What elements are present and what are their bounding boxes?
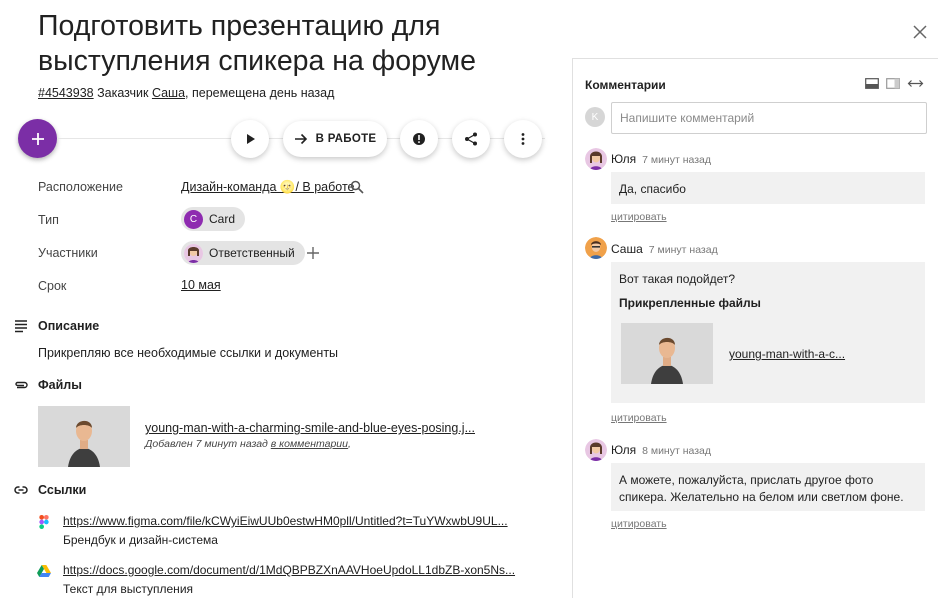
comment-author: Юля 7 минут назад [611,152,711,166]
comments-heading: Комментарии [585,78,666,92]
current-user-avatar: K [585,107,605,127]
file-name-link[interactable]: young-man-with-a-charming-smile-and-blue… [145,421,475,435]
member-chip[interactable]: Ответственный [181,241,305,265]
play-button[interactable] [231,120,269,158]
add-member-icon[interactable] [306,246,320,260]
search-icon[interactable] [350,180,364,194]
attached-files-heading: Прикрепленные файлы [619,296,761,310]
type-avatar: C [184,209,203,229]
link-description: Брендбук и дизайн-система [63,533,218,547]
comment-body: Да, спасибо [611,172,925,204]
links-heading: Ссылки [14,483,86,497]
members-value: Ответственный [181,241,305,265]
paperclip-icon [15,381,28,389]
attached-file-name[interactable]: young-man-with-a-c... [729,346,845,363]
due-value: 10 мая [181,278,221,292]
type-chip[interactable]: C Card [181,207,246,231]
comment-author-name[interactable]: Юля [611,152,636,166]
member-chip-label: Ответственный [209,246,295,260]
task-meta: #4543938 Заказчик Саша, перемещена день … [38,86,334,100]
description-text: Прикрепляю все необходимые ссылки и доку… [38,346,339,360]
files-heading-label: Файлы [38,378,82,392]
file-comment-link[interactable]: в комментарии [271,438,348,450]
add-button[interactable] [18,119,57,158]
link-url[interactable]: https://www.figma.com/file/kCWyiEiwUUb0e… [63,514,508,528]
person-photo-image [38,406,130,467]
file-thumbnail[interactable] [38,406,130,467]
avatar [585,439,607,461]
quote-link[interactable]: цитировать [611,518,667,530]
task-id-link[interactable]: #4543938 [38,86,94,100]
comment-author: Саша 7 минут назад [611,242,718,256]
comment-time: 8 минут назад [642,445,712,457]
attached-file-thumbnail[interactable] [621,323,713,384]
person-photo-image [621,323,713,384]
bottom-panel-icon[interactable] [865,78,879,89]
location-label: Расположение [38,180,123,194]
location-link[interactable]: Дизайн-команда 🌝/ В работе [181,180,355,195]
plus-icon [31,132,44,145]
type-chip-label: Card [209,212,236,226]
description-heading: Описание [14,319,99,333]
description-heading-label: Описание [38,319,100,333]
text-lines-icon [15,320,27,333]
side-panel-icon[interactable] [886,78,900,89]
status-label: В РАБОТЕ [315,133,377,145]
status-button[interactable]: В РАБОТЕ [283,121,387,157]
google-drive-icon [37,565,51,577]
more-button[interactable] [504,120,542,158]
panel-view-controls [865,78,924,89]
customer-label: Заказчик [97,86,149,100]
file-meta-prefix: Добавлен 7 минут назад [145,438,271,450]
play-icon [247,134,255,144]
arrow-right-icon [294,133,307,145]
task-title[interactable]: Подготовить презентацию для выступления … [38,9,558,79]
comment-time: 7 минут назад [648,244,718,256]
quote-link[interactable]: цитировать [611,412,667,424]
type-value: C Card [181,207,246,231]
comment-time: 7 минут назад [642,154,712,166]
share-icon [465,132,477,146]
task-panel: Подготовить презентацию для выступления … [0,0,572,598]
comment-author: Юля 8 минут назад [611,443,711,457]
quote-link[interactable]: цитировать [611,211,667,223]
links-heading-label: Ссылки [38,483,87,497]
avatar [585,148,607,170]
members-label: Участники [38,246,98,260]
figma-icon [39,515,49,529]
files-heading: Файлы [14,378,82,392]
comment-text: Вот такая подойдет? [619,272,736,286]
comment-input[interactable] [611,102,927,134]
link-description: Текст для выступления [63,582,194,596]
alert-icon [413,133,425,145]
share-button[interactable] [452,120,490,158]
expand-horizontal-icon[interactable] [907,78,924,89]
due-date-link[interactable]: 10 мая [181,278,221,292]
comment-author-name[interactable]: Саша [611,242,643,256]
moved-text: , перемещена день назад [185,86,335,100]
member-avatar [184,243,203,263]
comment-body: Вот такая подойдет? Прикрепленные файлы … [611,262,925,403]
file-meta: Добавлен 7 минут назад в комментарии, [145,438,351,450]
comment-body: А можете, пожалуйста, прислать другое фо… [611,463,925,511]
link-url[interactable]: https://docs.google.com/document/d/1MdQB… [63,563,515,577]
priority-button[interactable] [400,120,438,158]
more-vertical-icon [521,133,525,145]
file-meta-suffix: , [347,438,351,450]
type-label: Тип [38,213,59,227]
comment-author-name[interactable]: Юля [611,443,636,457]
due-label: Срок [38,279,67,293]
link-icon [14,486,28,494]
comment-text: Да, спасибо [619,182,686,196]
avatar [585,237,607,259]
comments-panel: Комментарии K Юля 7 минут назад Да, спаси… [572,58,938,598]
close-icon[interactable] [913,25,927,39]
customer-link[interactable]: Саша [152,86,185,100]
location-value: Дизайн-команда 🌝/ В работе [181,180,355,195]
comment-text: А можете, пожалуйста, прислать другое фо… [619,473,904,504]
